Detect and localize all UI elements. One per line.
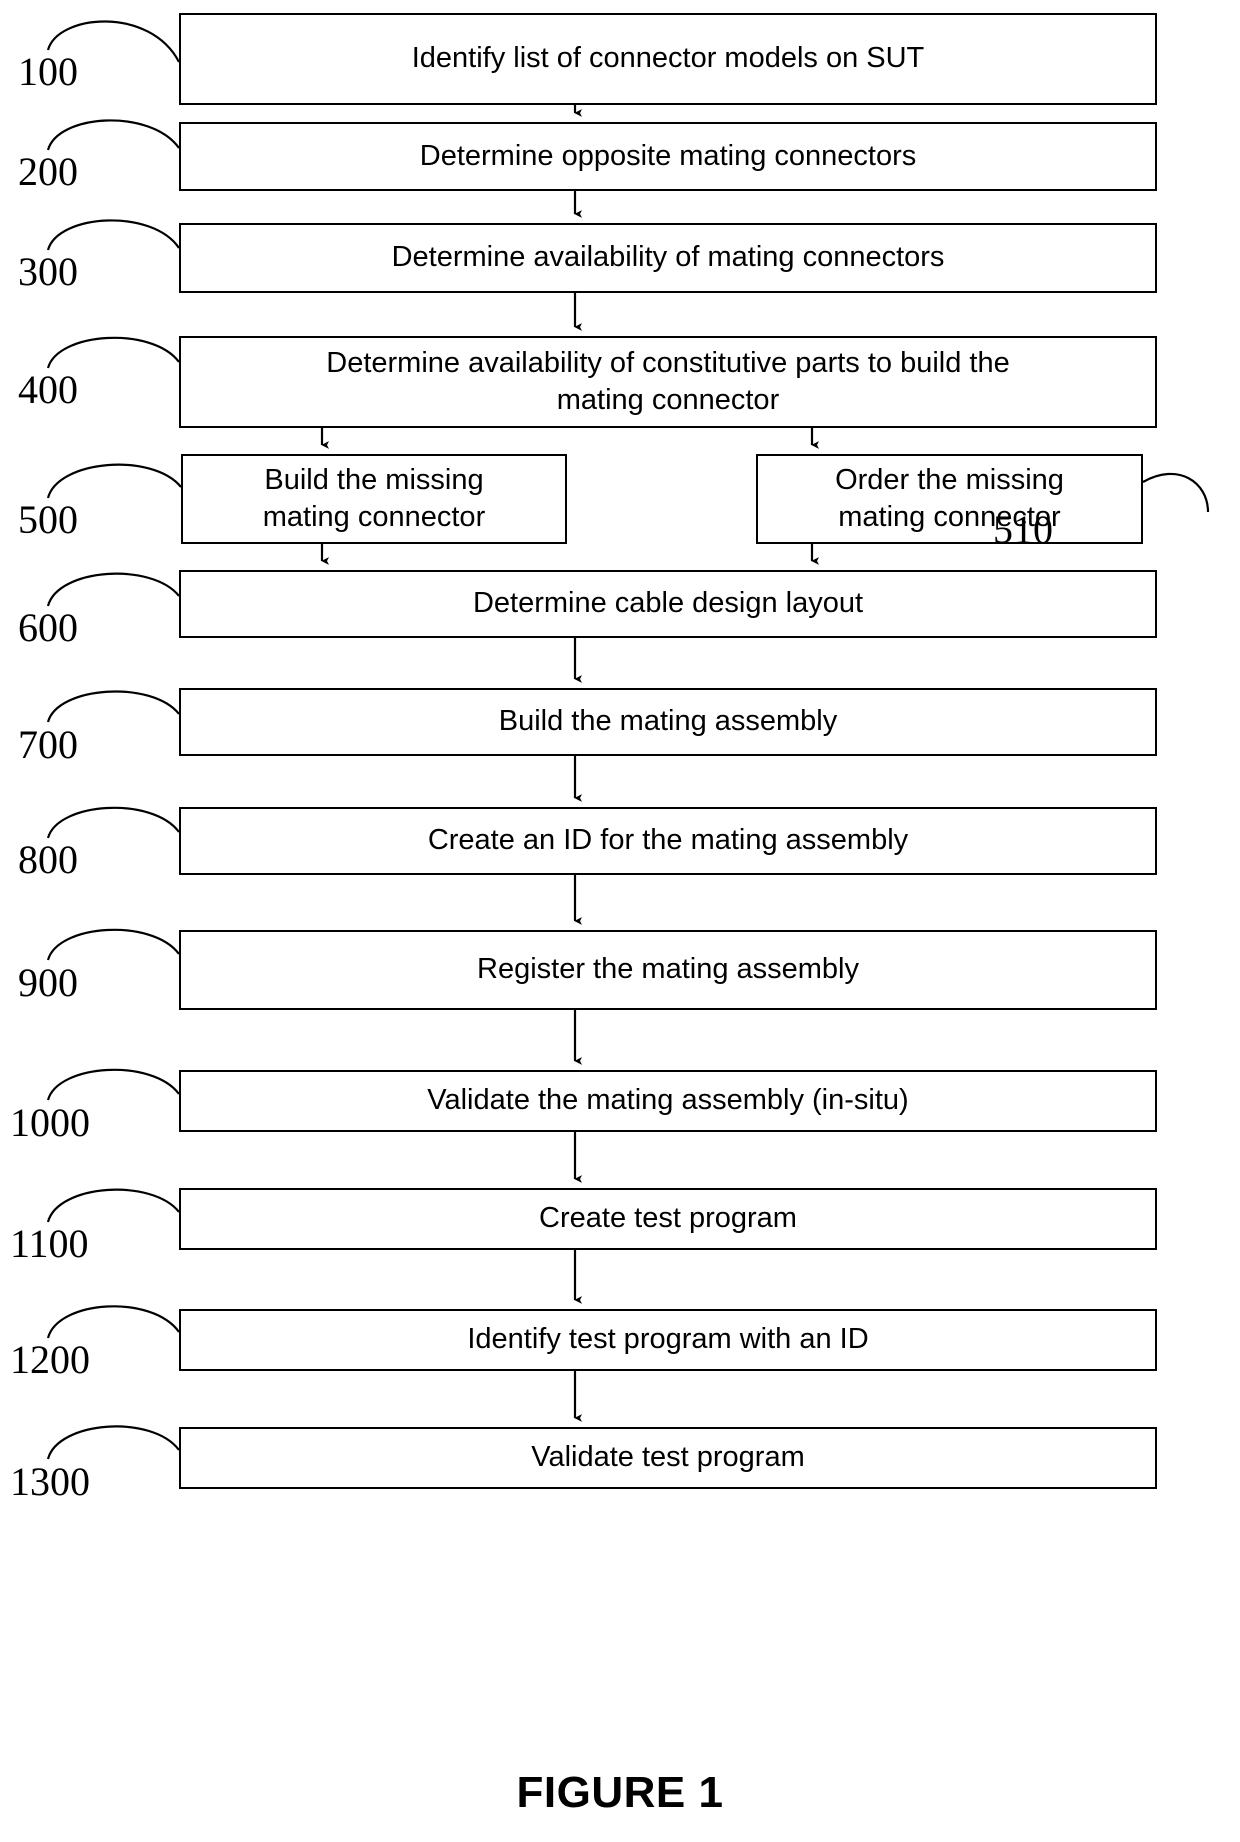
process-box-label: Create an ID for the mating assembly bbox=[427, 824, 909, 857]
process-box-300[interactable]: Determine availability of mating connect… bbox=[179, 223, 1157, 293]
process-box-100[interactable]: Identify list of connector models on SUT bbox=[179, 13, 1157, 105]
leader-1200 bbox=[46, 1305, 180, 1339]
reference-numeral-500: 500 bbox=[18, 497, 78, 542]
process-box-500[interactable]: Build the missing mating connector bbox=[181, 454, 567, 544]
process-box-1300[interactable]: Validate test program bbox=[179, 1427, 1157, 1489]
leader-200 bbox=[46, 119, 180, 151]
process-box-label: Build the mating assembly bbox=[498, 705, 838, 738]
process-box-label: Register the mating assembly bbox=[477, 953, 859, 986]
leader-1300 bbox=[46, 1425, 180, 1460]
process-box-label: Create test program bbox=[539, 1202, 797, 1235]
process-box-label: Determine opposite mating connectors bbox=[419, 139, 917, 172]
process-box-label: Validate test program bbox=[531, 1441, 805, 1474]
process-box-label: Identify list of connector models on SUT bbox=[411, 42, 925, 75]
reference-numeral-1300: 1300 bbox=[10, 1459, 90, 1504]
reference-numeral-1100: 1100 bbox=[10, 1221, 89, 1266]
figure-page: Identify list of connector models on SUT… bbox=[0, 0, 1240, 1842]
reference-numeral-600: 600 bbox=[18, 605, 78, 650]
process-box-label: Validate the mating assembly (in-situ) bbox=[427, 1084, 909, 1117]
process-box-label: Build the missing mating connector bbox=[262, 463, 486, 533]
process-box-1100[interactable]: Create test program bbox=[179, 1188, 1157, 1250]
reference-numeral-100: 100 bbox=[18, 49, 78, 94]
process-box-200[interactable]: Determine opposite mating connectors bbox=[179, 122, 1157, 191]
leader-500 bbox=[46, 463, 182, 499]
reference-numeral-1000: 1000 bbox=[10, 1100, 90, 1145]
leader-1000 bbox=[46, 1068, 180, 1101]
process-box-400[interactable]: Determine availability of constitutive p… bbox=[179, 336, 1157, 428]
reference-numeral-900: 900 bbox=[18, 960, 78, 1005]
reference-numeral-510: 510 bbox=[993, 507, 1053, 552]
process-box-label: Determine availability of mating connect… bbox=[391, 241, 945, 274]
reference-numeral-1200: 1200 bbox=[10, 1337, 90, 1382]
process-box-label: Identify test program with an ID bbox=[467, 1323, 869, 1356]
reference-numeral-300: 300 bbox=[18, 249, 78, 294]
leader-400 bbox=[46, 336, 180, 369]
process-box-800[interactable]: Create an ID for the mating assembly bbox=[179, 807, 1157, 875]
process-box-1200[interactable]: Identify test program with an ID bbox=[179, 1309, 1157, 1371]
reference-numeral-400: 400 bbox=[18, 367, 78, 412]
process-box-label: Determine availability of constitutive p… bbox=[326, 346, 1010, 416]
leader-700 bbox=[46, 690, 180, 723]
leader-800 bbox=[46, 806, 180, 839]
process-box-900[interactable]: Register the mating assembly bbox=[179, 930, 1157, 1010]
reference-numeral-700: 700 bbox=[18, 722, 78, 767]
reference-numeral-200: 200 bbox=[18, 149, 78, 194]
process-box-label: Determine cable design layout bbox=[472, 587, 864, 620]
leader-300 bbox=[46, 219, 180, 251]
process-box-700[interactable]: Build the mating assembly bbox=[179, 688, 1157, 756]
process-box-1000[interactable]: Validate the mating assembly (in-situ) bbox=[179, 1070, 1157, 1132]
figure-caption: FIGURE 1 bbox=[516, 1768, 724, 1817]
leader-600 bbox=[46, 572, 180, 607]
leader-900 bbox=[46, 928, 180, 961]
reference-numeral-800: 800 bbox=[18, 837, 78, 882]
leader-1100 bbox=[46, 1188, 180, 1223]
process-box-600[interactable]: Determine cable design layout bbox=[179, 570, 1157, 638]
process-box-510[interactable]: Order the missing mating connector bbox=[756, 454, 1143, 544]
leader-510 bbox=[1142, 472, 1210, 513]
